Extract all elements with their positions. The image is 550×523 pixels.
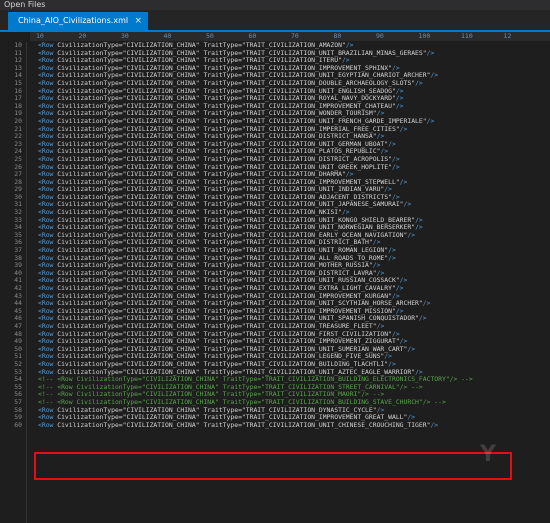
- ruler-tick: 10: [36, 32, 44, 40]
- ruler-tick: 12: [503, 32, 512, 40]
- ruler-tick: 80: [333, 32, 342, 40]
- code-lines: 10 <Row CivilizationType="CIVILIZATION_CH…: [0, 42, 550, 429]
- ruler-tick: 110: [461, 32, 473, 40]
- ruler-tick: 100: [418, 32, 431, 40]
- line-number: 60: [14, 420, 22, 429]
- code-line: 60 <Row CivilizationType="CIVILIZATION_CH…: [0, 420, 550, 430]
- red-highlight-box: [34, 452, 512, 480]
- ruler-tick: 40: [163, 32, 172, 40]
- tab-label: China_AIO_Civilizations.xml: [18, 16, 129, 25]
- line-code: <Row CivilizationType="CIVILIZATION_CHIN…: [38, 420, 439, 429]
- tab-bar: China_AIO_Civilizations.xml ×: [0, 10, 550, 32]
- close-icon[interactable]: ×: [134, 12, 142, 30]
- ruler-tick: 50: [206, 32, 214, 40]
- column-ruler: 10 20 30 40 50 60 70 80 90 100 110 12: [30, 32, 550, 41]
- ruler-tick: 70: [291, 32, 299, 40]
- code-editor[interactable]: 10 <Row CivilizationType="CIVILIZATION_CH…: [0, 42, 550, 523]
- ruler-tick: 60: [248, 32, 257, 40]
- editor-window: Open Files China_AIO_Civilizations.xml ×…: [0, 0, 550, 523]
- tab-china-aio-civilizations[interactable]: China_AIO_Civilizations.xml ×: [8, 12, 148, 30]
- ruler-tick: 30: [121, 32, 129, 40]
- ruler-tick: 90: [376, 32, 384, 40]
- window-title: Open Files: [0, 0, 550, 10]
- watermark: Y: [480, 442, 496, 467]
- ruler-tick: 20: [78, 32, 87, 40]
